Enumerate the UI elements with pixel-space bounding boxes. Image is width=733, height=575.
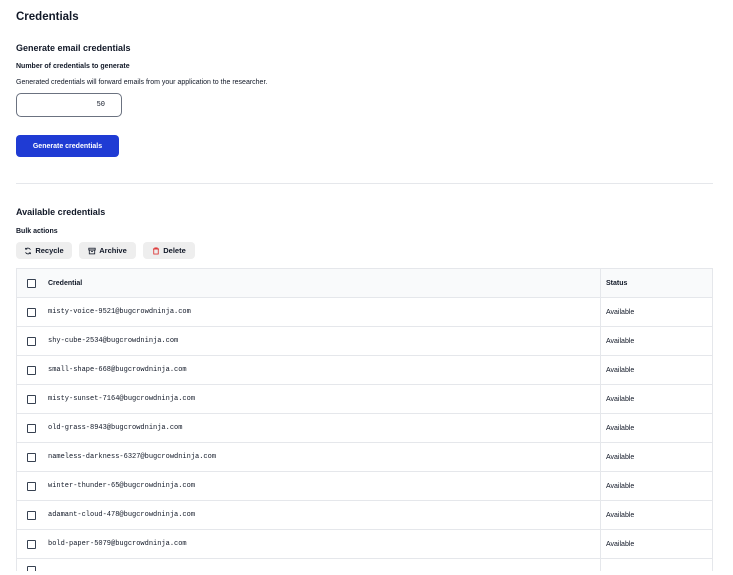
row-checkbox[interactable]: [27, 365, 36, 375]
trash-icon: [152, 247, 160, 255]
row-check-cell: [17, 559, 46, 571]
table-body: misty-voice-9521@bugcrowdninja.com Availa…: [17, 298, 712, 559]
row-checkbox[interactable]: [27, 539, 36, 549]
select-all-checkbox[interactable]: [27, 278, 36, 288]
row-check-cell: [17, 336, 46, 346]
credential-cell: [46, 559, 600, 571]
bulk-actions-toolbar: Recycle Archive Delete: [16, 242, 195, 259]
count-helper-text: Generated credentials will forward email…: [16, 79, 268, 86]
archive-label: Archive: [99, 246, 127, 255]
archive-button[interactable]: Archive: [79, 242, 136, 259]
section-divider: [16, 183, 713, 184]
recycle-button[interactable]: Recycle: [16, 242, 72, 259]
generate-section-title: Generate email credentials: [16, 43, 131, 53]
credential-cell: old-grass-8943@bugcrowdninja.com: [48, 424, 183, 432]
status-cell: Available: [600, 443, 710, 471]
row-check-cell: [17, 452, 46, 462]
row-checkbox[interactable]: [27, 452, 36, 462]
row-check-cell: [17, 394, 46, 404]
table-row[interactable]: nameless-darkness-6327@bugcrowdninja.com…: [17, 443, 712, 472]
row-checkbox[interactable]: [27, 510, 36, 520]
status-cell: [600, 559, 710, 571]
status-cell: Available: [600, 472, 710, 500]
status-cell: Available: [600, 414, 710, 442]
table-row[interactable]: old-grass-8943@bugcrowdninja.com Availabl…: [17, 414, 712, 443]
status-cell: Available: [600, 298, 710, 326]
table-row[interactable]: adamant-cloud-478@bugcrowdninja.com Avail…: [17, 501, 712, 530]
credential-cell: shy-cube-2534@bugcrowdninja.com: [48, 337, 179, 345]
status-cell: Available: [600, 327, 710, 355]
row-checkbox[interactable]: [27, 336, 36, 346]
table-row[interactable]: misty-sunset-7164@bugcrowdninja.com Avail…: [17, 385, 712, 414]
credential-cell: misty-sunset-7164@bugcrowdninja.com: [48, 395, 196, 403]
page-title: Credentials: [16, 11, 79, 23]
credential-cell: nameless-darkness-6327@bugcrowdninja.com: [48, 453, 217, 461]
credential-cell: small-shape-668@bugcrowdninja.com: [48, 366, 187, 374]
row-check-cell: [17, 365, 46, 375]
status-cell: Available: [600, 356, 710, 384]
select-all-cell: [17, 278, 46, 288]
row-check-cell: [17, 510, 46, 520]
row-check-cell: [17, 481, 46, 491]
table-row[interactable]: shy-cube-2534@bugcrowdninja.com Available: [17, 327, 712, 356]
delete-button[interactable]: Delete: [143, 242, 195, 259]
available-section-title: Available credentials: [16, 207, 106, 217]
table-header-row: Credential Status: [17, 269, 712, 298]
row-check-cell: [17, 423, 46, 433]
status-cell: Available: [600, 530, 710, 558]
bulk-actions-label: Bulk actions: [16, 228, 58, 235]
row-check-cell: [17, 539, 46, 549]
delete-label: Delete: [163, 246, 186, 255]
credential-cell: adamant-cloud-478@bugcrowdninja.com: [48, 511, 196, 519]
row-checkbox[interactable]: [27, 423, 36, 433]
table-row[interactable]: bold-paper-5079@bugcrowdninja.com Availab…: [17, 530, 712, 559]
table-row[interactable]: winter-thunder-65@bugcrowdninja.com Avail…: [17, 472, 712, 501]
row-checkbox[interactable]: [27, 566, 36, 571]
status-column-header[interactable]: Status: [600, 269, 710, 297]
credential-cell: winter-thunder-65@bugcrowdninja.com: [48, 482, 196, 490]
archive-icon: [88, 247, 96, 255]
credential-cell: misty-voice-9521@bugcrowdninja.com: [48, 308, 191, 316]
count-label: Number of credentials to generate: [16, 63, 130, 70]
credentials-table: Credential Status misty-voice-9521@bugcr…: [16, 268, 713, 571]
row-checkbox[interactable]: [27, 394, 36, 404]
status-cell: Available: [600, 501, 710, 529]
recycle-label: Recycle: [35, 246, 64, 255]
generate-credentials-button[interactable]: Generate credentials: [16, 135, 119, 157]
table-row-partial: [17, 559, 712, 571]
table-row[interactable]: small-shape-668@bugcrowdninja.com Availab…: [17, 356, 712, 385]
recycle-icon: [24, 247, 32, 255]
table-row[interactable]: misty-voice-9521@bugcrowdninja.com Availa…: [17, 298, 712, 327]
status-cell: Available: [600, 385, 710, 413]
credential-column-header[interactable]: Credential: [46, 269, 600, 297]
row-check-cell: [17, 307, 46, 317]
row-checkbox[interactable]: [27, 481, 36, 491]
row-checkbox[interactable]: [27, 307, 36, 317]
credential-cell: bold-paper-5079@bugcrowdninja.com: [48, 540, 187, 548]
credential-count-input[interactable]: [16, 93, 122, 117]
